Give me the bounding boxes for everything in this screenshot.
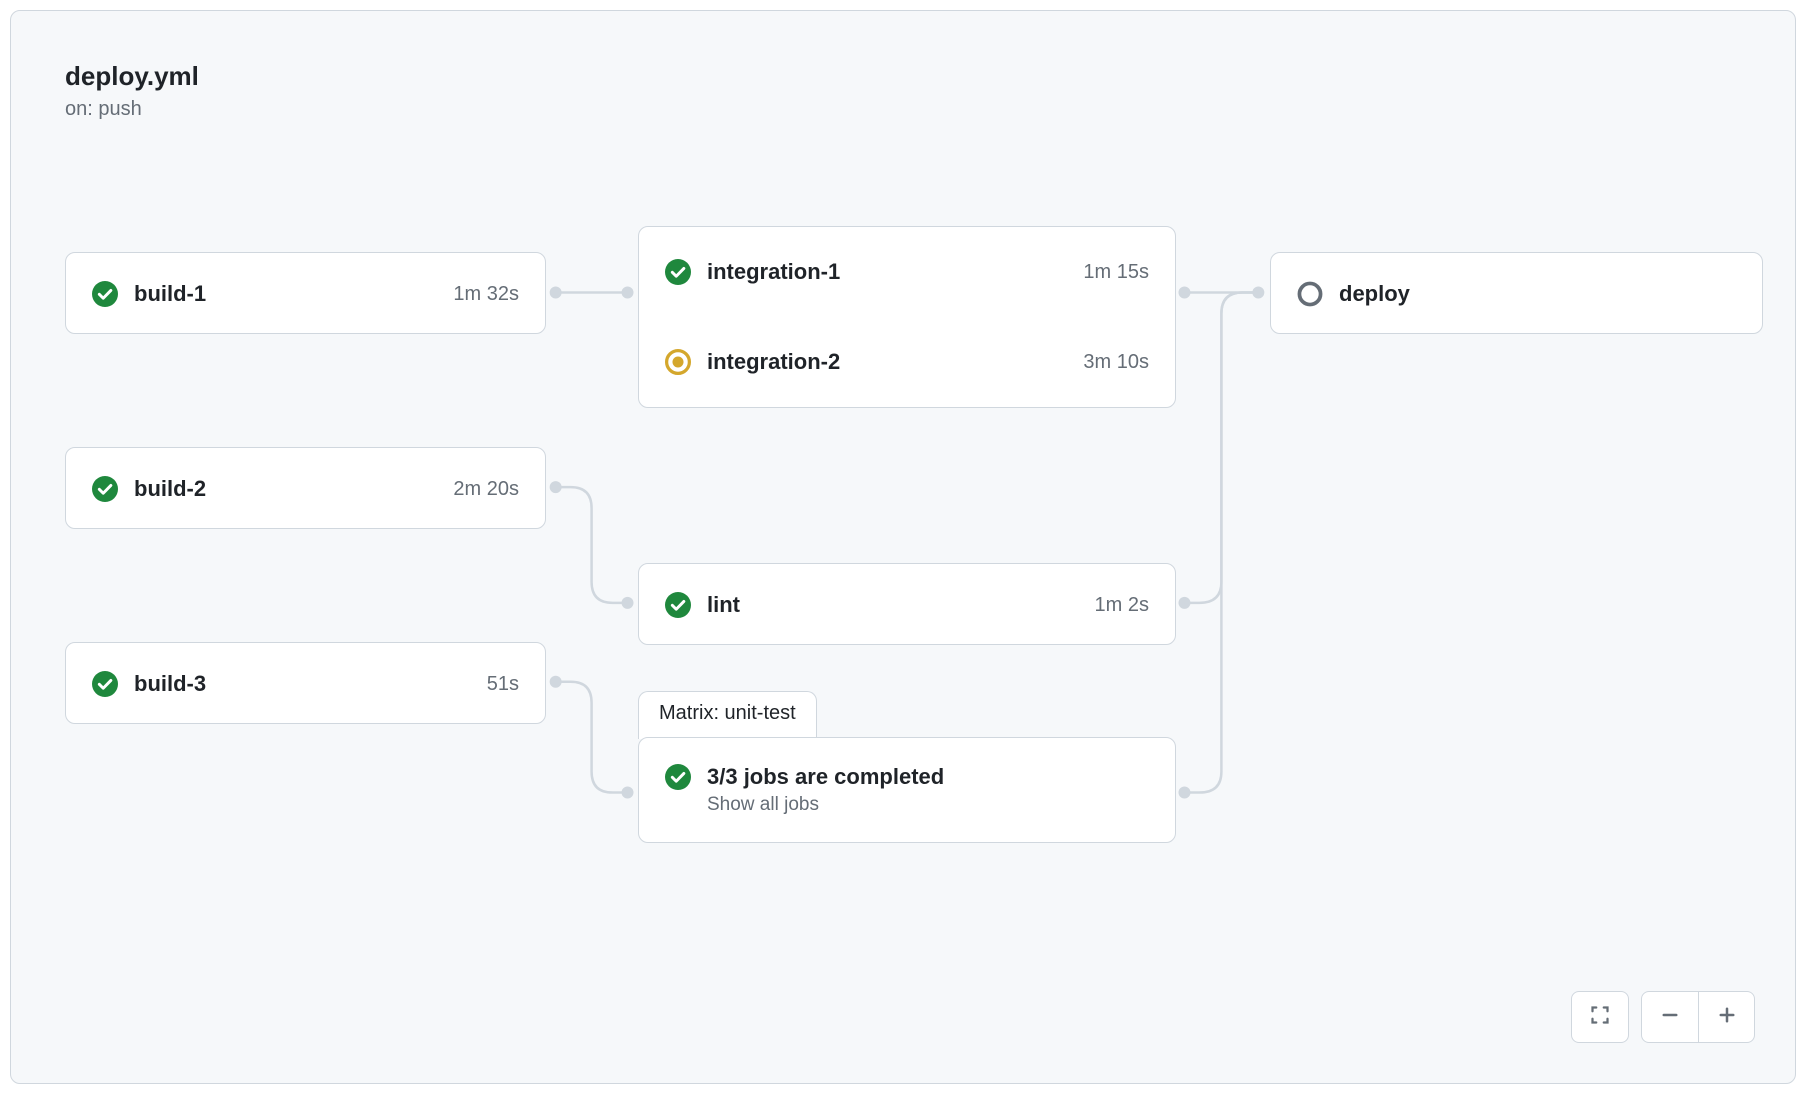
job-duration: 2m 20s [453,478,519,501]
job-name: build-2 [134,476,453,502]
job-node-build-2[interactable]: build-2 2m 20s [65,447,546,529]
workflow-trigger: on: push [65,98,199,121]
zoom-out-button[interactable] [1642,992,1698,1042]
job-name: deploy [1339,281,1736,307]
job-row[interactable]: integration-1 1m 15s [639,227,1175,317]
check-circle-icon [92,281,118,307]
matrix-tab[interactable]: Matrix: unit-test [638,691,817,739]
fullscreen-icon [1590,1005,1610,1030]
workflow-title: deploy.yml [65,61,199,92]
job-duration: 1m 15s [1083,261,1149,284]
check-circle-icon [665,764,691,790]
job-row: build-3 51s [66,643,545,725]
graph-edges [11,11,1795,1083]
job-row: build-1 1m 32s [66,253,545,335]
workflow-graph-canvas[interactable]: deploy.yml on: push build- [10,10,1796,1084]
job-duration: 1m 32s [453,283,519,306]
job-name: integration-1 [707,259,1083,285]
job-duration: 3m 10s [1083,351,1149,374]
zoom-in-button[interactable] [1698,992,1754,1042]
job-group-integration[interactable]: integration-1 1m 15s integration-2 3m 10… [638,226,1176,408]
check-circle-icon [665,259,691,285]
minus-icon [1660,1005,1680,1030]
matrix-node-unit-test[interactable]: 3/3 jobs are completed Show all jobs [638,737,1176,843]
job-name: build-1 [134,281,453,307]
job-name: lint [707,592,1095,618]
check-circle-icon [92,671,118,697]
job-node-build-1[interactable]: build-1 1m 32s [65,252,546,334]
job-duration: 51s [487,673,519,696]
matrix-show-all-link[interactable]: Show all jobs [707,794,944,816]
job-row: build-2 2m 20s [66,448,545,530]
job-name: build-3 [134,671,487,697]
plus-icon [1717,1005,1737,1030]
job-row[interactable]: integration-2 3m 10s [639,317,1175,407]
matrix-body: 3/3 jobs are completed Show all jobs [639,738,1175,842]
graph-controls [1571,991,1755,1043]
check-circle-icon [92,476,118,502]
job-duration: 1m 2s [1095,594,1149,617]
job-name: integration-2 [707,349,1083,375]
job-node-build-3[interactable]: build-3 51s [65,642,546,724]
matrix-summary: 3/3 jobs are completed [707,764,944,790]
fullscreen-button[interactable] [1572,992,1628,1042]
job-node-lint[interactable]: lint 1m 2s [638,563,1176,645]
in-progress-icon [665,349,691,375]
job-row: deploy [1271,253,1762,335]
workflow-header: deploy.yml on: push [65,61,199,121]
check-circle-icon [665,592,691,618]
pending-circle-icon [1297,281,1323,307]
job-node-deploy[interactable]: deploy [1270,252,1763,334]
job-row: lint 1m 2s [639,564,1175,646]
